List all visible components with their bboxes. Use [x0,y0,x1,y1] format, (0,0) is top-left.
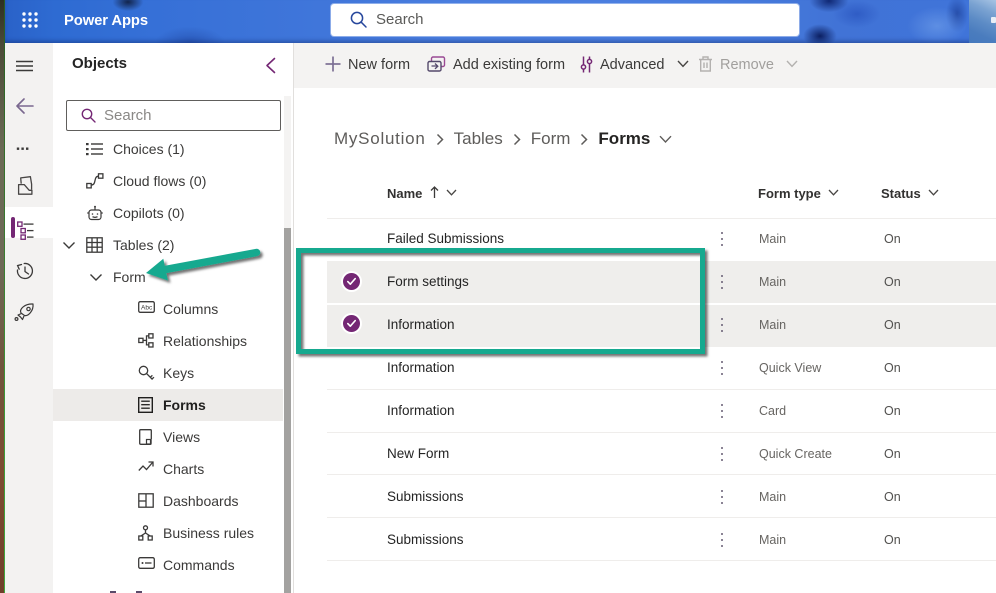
svg-text:Abc: Abc [141,305,153,312]
